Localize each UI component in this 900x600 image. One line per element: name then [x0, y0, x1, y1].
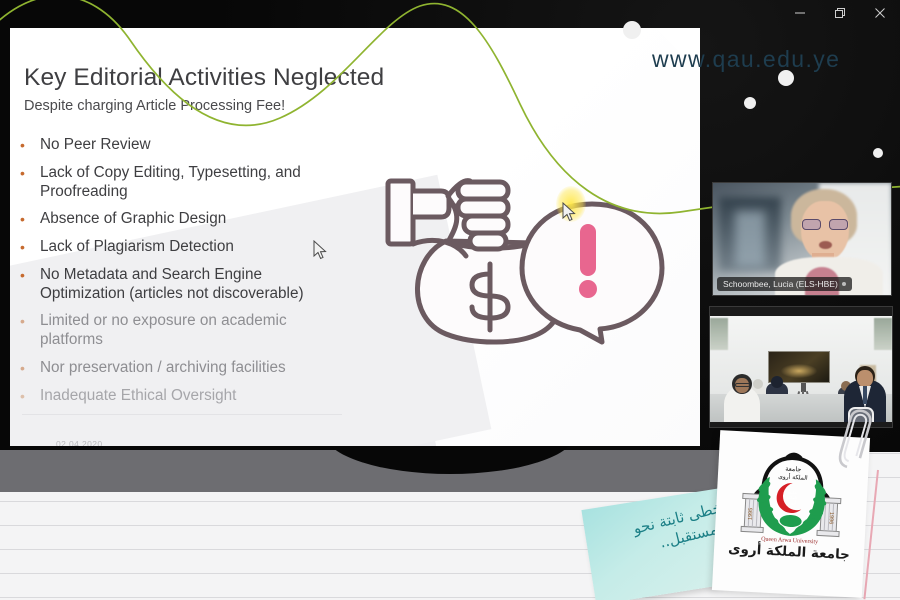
website-url: www.qau.edu.ye — [652, 46, 841, 72]
grey-band — [0, 432, 756, 492]
bullet-text: No Metadata and Search Engine Optimizati… — [40, 265, 304, 302]
bullet-item: • No Metadata and Search Engine Optimizat… — [20, 266, 350, 303]
mic-indicator-icon — [841, 282, 846, 286]
video-tile-participant-1[interactable]: Schoombee, Lucia (ELS-HBE) — [712, 182, 892, 296]
participant-name: Schoombee, Lucia (ELS-HBE) — [723, 279, 838, 289]
restore-icon[interactable] — [820, 0, 860, 26]
bullet-list: • No Peer Review • Lack of Copy Editing, Ty… — [20, 136, 350, 414]
bullet-text: Absence of Graphic Design — [40, 210, 227, 228]
bullet-marker-icon: • — [20, 266, 25, 283]
svg-text:1996: 1996 — [828, 512, 835, 525]
bullet-text: Lack of Copy Editing, Typesetting, and P… — [40, 163, 301, 200]
bullet-text: No Peer Review — [40, 136, 151, 153]
bullet-marker-icon: • — [20, 313, 25, 330]
close-icon[interactable] — [860, 0, 900, 26]
bullet-marker-icon: • — [20, 387, 25, 404]
window-controls[interactable] — [780, 0, 900, 26]
presentation-slide: Key Editorial Activities Neglected Despi… — [10, 28, 700, 446]
bullet-text: Inadequate Ethical Oversight — [40, 386, 237, 404]
decorative-dot — [623, 21, 641, 39]
bullet-text: Nor preservation / archiving facilities — [40, 358, 286, 376]
bullet-marker-icon: • — [20, 164, 25, 181]
svg-text:أروى: أروى — [787, 500, 795, 505]
app-window: Key Editorial Activities Neglected Despi… — [0, 0, 900, 600]
bullet-item: • Lack of Copy Editing, Typesetting, and … — [20, 164, 350, 201]
participant-name-badge: Schoombee, Lucia (ELS-HBE) — [717, 277, 852, 291]
slide-title: Key Editorial Activities Neglected — [24, 64, 385, 91]
bullet-item: • Nor preservation / archiving facilities — [20, 359, 350, 378]
decorative-dot — [744, 97, 756, 109]
slide-subtitle: Despite charging Article Processing Fee! — [24, 98, 286, 114]
pointer-on-slide-cursor — [313, 240, 327, 260]
svg-text:1995: 1995 — [748, 508, 755, 521]
decorative-dot — [873, 148, 883, 158]
sticky-note-text: خطى ثابتة نحو المستقبل.. — [631, 498, 729, 552]
decorative-dot — [778, 70, 794, 86]
bullet-marker-icon: • — [20, 211, 25, 228]
slide-divider — [22, 414, 342, 415]
bullet-marker-icon: • — [20, 137, 25, 153]
slide-date: 02.04.2020 — [56, 439, 103, 446]
bullet-marker-icon: • — [20, 359, 25, 376]
svg-text:الملكة أروى: الملكة أروى — [778, 472, 808, 482]
bullet-item: • No Peer Review — [20, 136, 350, 155]
pointer-on-illustration-cursor — [562, 202, 576, 222]
bullet-item: • Absence of Graphic Design — [20, 210, 350, 229]
bullet-item: • Inadequate Ethical Oversight — [20, 387, 350, 406]
bullet-item: • Limited or no exposure on academic plat… — [20, 312, 350, 349]
bullet-text: Limited or no exposure on academic platf… — [40, 312, 287, 348]
bullet-marker-icon: • — [20, 239, 25, 256]
bullet-item: • Lack of Plagiarism Detection — [20, 238, 350, 257]
bullet-text: Lack of Plagiarism Detection — [40, 238, 234, 256]
svg-text:جامعة: جامعة — [785, 465, 802, 474]
thumbs-down-money-alert-illustration — [370, 146, 670, 346]
minimize-icon[interactable] — [780, 0, 820, 26]
